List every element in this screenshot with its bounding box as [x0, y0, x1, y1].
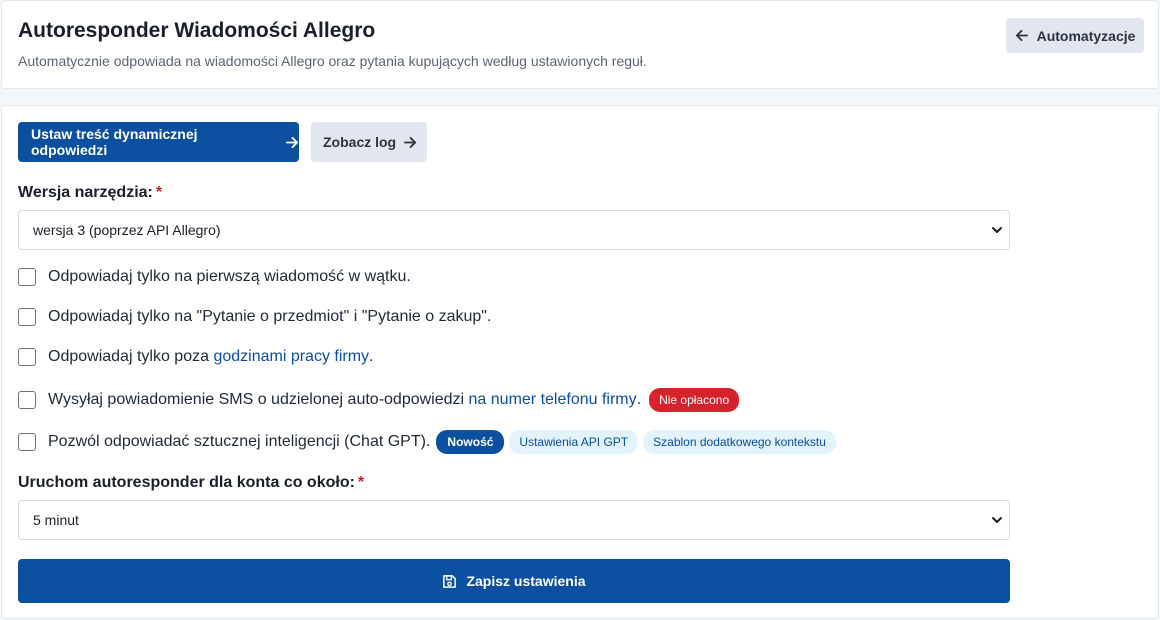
new-badge: Nowość: [436, 430, 505, 454]
option-ai: Pozwól odpowiadać sztucznej inteligencji…: [18, 430, 836, 454]
header-card: Autoresponder Wiadomości Allegro Automat…: [1, 0, 1159, 89]
view-log-button[interactable]: Zobacz log: [311, 122, 427, 162]
required-mark: *: [155, 184, 163, 201]
sms-suffix: .: [636, 391, 642, 408]
interval-select[interactable]: 5 minut: [18, 500, 1010, 540]
sms-checkbox[interactable]: [18, 391, 36, 409]
gpt-api-settings-badge[interactable]: Ustawienia API GPT: [509, 430, 639, 454]
required-mark: *: [357, 474, 365, 491]
outside-hours-checkbox[interactable]: [18, 348, 36, 366]
automations-back-label: Automatyzacje: [1036, 27, 1136, 44]
company-phone-link[interactable]: na numer telefonu firmy: [469, 391, 637, 409]
outside-hours-suffix: .: [369, 348, 374, 365]
version-label: Wersja narzędzia: *: [18, 184, 163, 201]
interval-label: Uruchom autoresponder dla konta co około…: [18, 474, 365, 491]
version-select[interactable]: wersja 3 (poprzez API Allegro): [18, 210, 1010, 250]
option-outside-hours: Odpowiadaj tylko poza godzinami pracy fi…: [18, 348, 374, 366]
option-questions-only: Odpowiadaj tylko na "Pytanie o przedmiot…: [18, 308, 491, 326]
arrow-right-icon: [286, 136, 299, 149]
chevron-down-icon: [991, 224, 1003, 236]
ai-checkbox[interactable]: [18, 433, 36, 451]
context-template-badge[interactable]: Szablon dodatkowego kontekstu: [643, 430, 836, 454]
save-settings-button[interactable]: Zapisz ustawienia: [18, 559, 1010, 603]
page-title: Autoresponder Wiadomości Allegro: [18, 19, 376, 42]
arrow-left-icon: [1015, 29, 1028, 42]
outside-hours-label: Odpowiadaj tylko poza: [48, 348, 214, 365]
floppy-disk-icon: [442, 574, 457, 589]
unpaid-badge: Nie opłacono: [649, 388, 740, 412]
ai-label: Pozwól odpowiadać sztucznej inteligencji…: [48, 433, 431, 450]
save-settings-label: Zapisz ustawienia: [466, 573, 586, 589]
page-subtitle: Automatycznie odpowiada na wiadomości Al…: [18, 53, 647, 69]
questions-only-label: Odpowiadaj tylko na "Pytanie o przedmiot…: [48, 308, 492, 325]
first-message-label: Odpowiadaj tylko na pierwszą wiadomość w…: [48, 268, 411, 285]
dynamic-response-button[interactable]: Ustaw treść dynamicznej odpowiedzi: [18, 122, 299, 162]
questions-only-checkbox[interactable]: [18, 308, 36, 326]
view-log-label: Zobacz log: [323, 134, 397, 150]
business-hours-link[interactable]: godzinami pracy firmy: [213, 348, 369, 366]
interval-select-value: 5 minut: [33, 512, 79, 528]
first-message-checkbox[interactable]: [18, 268, 36, 286]
version-select-value: wersja 3 (poprzez API Allegro): [33, 222, 221, 238]
arrow-right-icon: [404, 136, 417, 149]
sms-label: Wysyłaj powiadomienie SMS o udzielonej a…: [48, 391, 469, 408]
automations-back-button[interactable]: Automatyzacje: [1006, 18, 1144, 53]
option-sms: Wysyłaj powiadomienie SMS o udzielonej a…: [18, 388, 740, 412]
dynamic-response-label: Ustaw treść dynamicznej odpowiedzi: [31, 126, 198, 158]
chevron-down-icon: [991, 514, 1003, 526]
option-first-message: Odpowiadaj tylko na pierwszą wiadomość w…: [18, 268, 411, 286]
settings-card: Ustaw treść dynamicznej odpowiedzi Zobac…: [1, 105, 1159, 619]
